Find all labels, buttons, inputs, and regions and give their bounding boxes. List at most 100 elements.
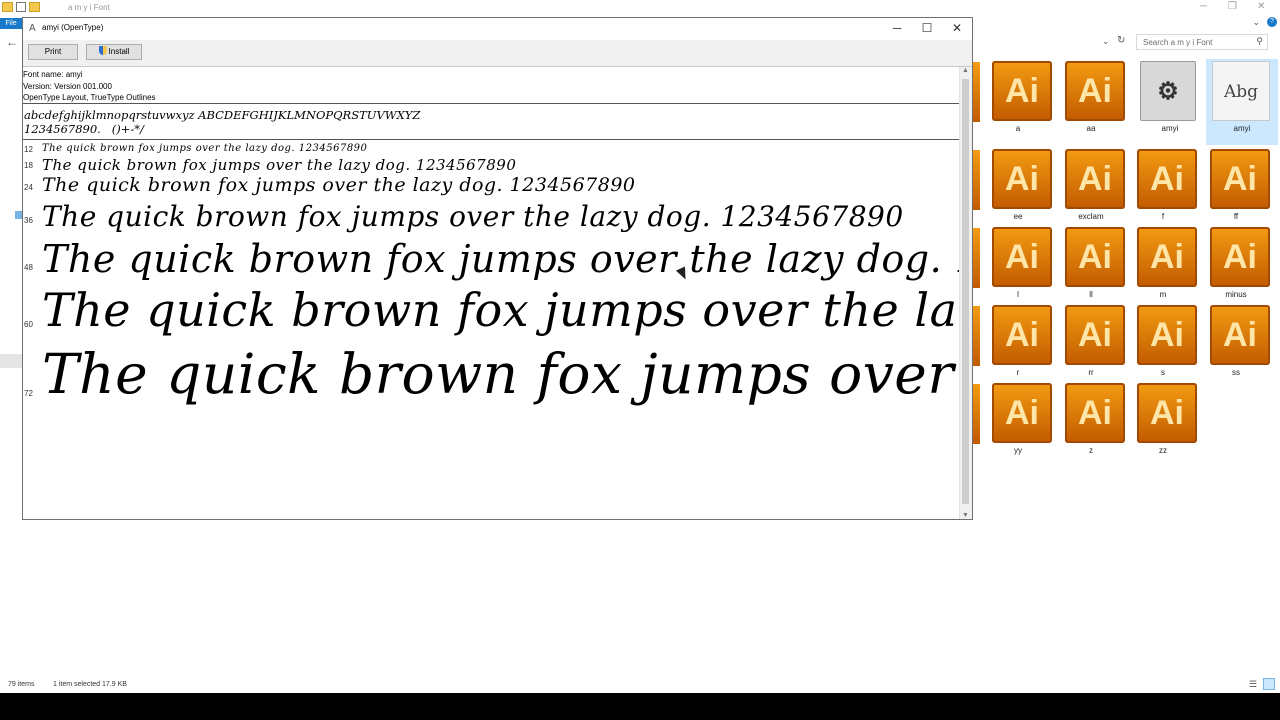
font-name: Font name: amyi xyxy=(23,70,83,79)
font-preview-pane: Font name: amyi Version: Version 001.000… xyxy=(23,67,961,519)
folder-icon[interactable] xyxy=(2,2,13,12)
large-icons-view-icon[interactable] xyxy=(1263,678,1275,690)
chevron-down-icon[interactable]: ⌄ xyxy=(1252,17,1260,28)
file-label: m xyxy=(1159,290,1167,299)
print-button[interactable]: Print xyxy=(28,44,78,60)
file-item[interactable]: Ai yy xyxy=(982,381,1054,467)
maximize-icon[interactable]: ❐ xyxy=(1228,1,1237,12)
file-label: z xyxy=(1089,446,1093,455)
file-label: ff xyxy=(1233,212,1239,221)
divider xyxy=(23,139,961,140)
file-item[interactable]: ⚙ amyi xyxy=(1134,59,1206,145)
file-item[interactable]: Ai rr xyxy=(1055,303,1127,389)
file-item[interactable]: Ai l xyxy=(982,225,1054,311)
address-dropdown-icon[interactable]: ⌄ xyxy=(1102,36,1110,47)
file-label: l xyxy=(1017,290,1019,299)
file-label: s xyxy=(1161,368,1165,377)
partial-file-icon xyxy=(972,150,980,210)
file-item[interactable]: Ai ee xyxy=(982,147,1054,233)
character-set: abcdefghijklmnopqrstuvwxyz ABCDEFGHIJKLM… xyxy=(24,108,420,136)
illustrator-file-icon: Ai xyxy=(992,149,1052,209)
scroll-thumb[interactable] xyxy=(962,79,969,504)
close-icon[interactable]: ✕ xyxy=(1257,1,1265,12)
file-label: minus xyxy=(1225,290,1247,299)
scroll-up-icon[interactable]: ▲ xyxy=(962,67,969,74)
sample-text: The quick brown fox jumps over the lazy … xyxy=(42,156,517,174)
file-item[interactable]: Ai f xyxy=(1127,147,1199,233)
divider xyxy=(23,103,961,104)
viewer-title-bar: A amyi (OpenType) ─ ☐ ✕ xyxy=(23,18,972,40)
back-arrow-icon[interactable]: ← xyxy=(6,35,18,49)
illustrator-file-icon: Ai xyxy=(1065,61,1125,121)
minimize-icon[interactable]: ─ xyxy=(882,21,912,35)
file-item[interactable]: Ai ll xyxy=(1055,225,1127,311)
file-item[interactable]: Ai m xyxy=(1127,225,1199,311)
illustrator-file-icon: Ai xyxy=(992,305,1052,365)
file-item[interactable]: Ai minus xyxy=(1200,225,1272,311)
explorer-title-bar: a m y i Font ─ ❐ ✕ xyxy=(0,0,1280,16)
file-item[interactable]: Ai zz xyxy=(1127,381,1199,467)
new-folder-icon[interactable] xyxy=(29,2,40,12)
charset-letters: abcdefghijklmnopqrstuvwxyz ABCDEFGHIJKLM… xyxy=(24,108,421,122)
quick-access-toolbar xyxy=(2,2,40,12)
file-item-selected[interactable]: Abg amyi xyxy=(1206,59,1278,145)
font-outline-type: OpenType Layout, TrueType Outlines xyxy=(23,93,156,102)
scroll-down-icon[interactable]: ▼ xyxy=(962,512,969,519)
illustrator-file-icon: Ai xyxy=(1137,227,1197,287)
file-label: ee xyxy=(1013,212,1023,221)
status-selection: 1 item selected 17.9 KB xyxy=(53,681,127,688)
charset-digits: 1234567890. ()+-*/ xyxy=(24,122,144,136)
search-input[interactable]: Search a m y i Font ⚲ xyxy=(1136,34,1268,50)
sample-text: The quick brown fox jumps over the la xyxy=(42,283,958,337)
vertical-scrollbar[interactable]: ▲ ▼ xyxy=(959,67,972,519)
illustrator-file-icon: Ai xyxy=(1210,149,1270,209)
sample-text: The quick brown fox jumps over the lazy … xyxy=(42,200,904,233)
size-label: 36 xyxy=(24,216,33,225)
maximize-icon[interactable]: ☐ xyxy=(912,21,942,35)
file-item[interactable]: Ai ss xyxy=(1200,303,1272,389)
file-label: a xyxy=(1015,124,1021,133)
font-preview-text: Abg xyxy=(1223,82,1259,102)
nav-pane-selection xyxy=(15,211,22,219)
illustrator-file-icon: Ai xyxy=(1137,305,1197,365)
properties-icon[interactable] xyxy=(16,2,26,12)
nav-pane-item[interactable] xyxy=(0,354,22,368)
illustrator-file-icon: Ai xyxy=(1065,149,1125,209)
file-item[interactable]: Ai z xyxy=(1055,381,1127,467)
illustrator-file-icon: Ai xyxy=(1137,149,1197,209)
file-tab[interactable]: File xyxy=(0,18,22,29)
file-label: rr xyxy=(1088,368,1094,377)
file-item[interactable]: Ai aa xyxy=(1055,59,1127,145)
file-item[interactable]: Ai ff xyxy=(1200,147,1272,233)
install-button[interactable]: Install xyxy=(86,44,142,60)
explorer-title: a m y i Font xyxy=(68,3,110,12)
help-icon[interactable]: ? xyxy=(1267,17,1277,27)
refresh-icon[interactable]: ↻ xyxy=(1117,35,1125,46)
file-label: exclam xyxy=(1078,212,1104,221)
status-item-count: 79 items xyxy=(8,681,35,688)
illustrator-file-icon: Ai xyxy=(1210,305,1270,365)
illustrator-file-icon: Ai xyxy=(1210,227,1270,287)
viewer-title: amyi (OpenType) xyxy=(42,23,104,32)
file-item[interactable]: Ai exclam xyxy=(1055,147,1127,233)
illustrator-file-icon: Ai xyxy=(992,383,1052,443)
file-label: ll xyxy=(1089,290,1093,299)
size-label: 24 xyxy=(24,183,33,192)
search-icon: ⚲ xyxy=(1256,36,1263,46)
minimize-icon[interactable]: ─ xyxy=(1200,1,1207,12)
size-label: 72 xyxy=(24,389,33,398)
partial-file-icon xyxy=(972,306,980,366)
viewer-toolbar: Print Install xyxy=(23,40,972,67)
file-item[interactable]: Ai a xyxy=(982,59,1054,145)
details-view-icon[interactable]: ☰ xyxy=(1249,679,1259,689)
sample-text: The quick brown fox jumps over the lazy … xyxy=(42,237,961,281)
file-label: f xyxy=(1161,212,1165,221)
file-item[interactable]: Ai r xyxy=(982,303,1054,389)
sample-text: The quick brown fox jumps over the lazy … xyxy=(42,143,368,154)
close-icon[interactable]: ✕ xyxy=(942,21,972,35)
partial-file-icon xyxy=(972,228,980,288)
file-item[interactable]: Ai s xyxy=(1127,303,1199,389)
size-label: 12 xyxy=(24,145,33,154)
illustrator-file-icon: Ai xyxy=(1065,227,1125,287)
size-label: 18 xyxy=(24,161,33,170)
